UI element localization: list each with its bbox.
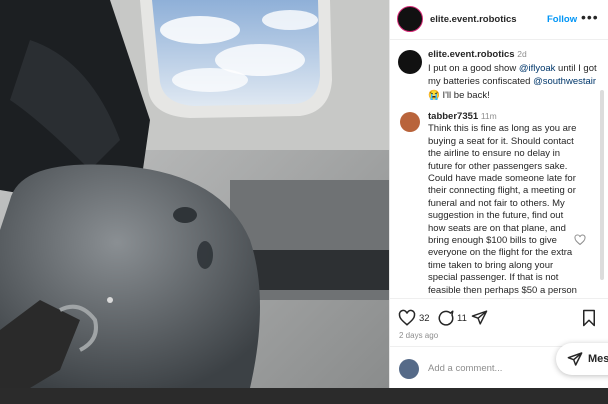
heart-icon[interactable] (398, 309, 416, 327)
caption-age: 2d (517, 49, 527, 59)
caption-username[interactable]: elite.event.robotics (428, 49, 515, 60)
comment-age: 11m (480, 111, 497, 121)
crying-emoji: 😭 (428, 89, 440, 101)
comments-section[interactable]: elite.event.robotics 2d I put on a good … (390, 40, 608, 298)
messages-button[interactable]: Mes (556, 343, 608, 375)
comment-icon[interactable] (437, 309, 455, 327)
mention-southwestair[interactable]: @southwestair (533, 76, 596, 87)
comment-count: 11 (457, 313, 467, 324)
airplane-robot-image (0, 0, 389, 388)
caption-text-1: I put on a good show (428, 62, 519, 74)
comments-scrollbar[interactable] (600, 90, 604, 280)
taskbar-strip (0, 388, 608, 404)
post-header: elite.event.robotics Follow ••• (390, 0, 608, 40)
caption-avatar[interactable] (398, 50, 422, 74)
add-comment-input[interactable]: Add a comment... (428, 363, 502, 374)
like-count: 32 (419, 313, 430, 324)
mention-iflyoak[interactable]: @iflyoak (519, 63, 556, 74)
caption-text: elite.event.robotics 2d I put on a good … (428, 48, 603, 102)
post-photo[interactable] (0, 0, 389, 388)
commenter-username[interactable]: tabber7351 (428, 111, 478, 122)
author-avatar[interactable] (397, 6, 423, 32)
follow-button[interactable]: Follow (547, 14, 577, 25)
commenter-avatar[interactable] (400, 112, 420, 132)
comment-body: Think this is fine as long as you are bu… (428, 123, 577, 298)
post-date: 2 days ago (399, 331, 439, 340)
author-username[interactable]: elite.event.robotics (430, 14, 517, 25)
caption-text-3: I'll be back! (439, 89, 490, 101)
share-icon[interactable] (471, 309, 488, 326)
send-icon (567, 352, 583, 366)
bookmark-icon[interactable] (581, 309, 597, 327)
comment-text: tabber7351 11m Think this is fine as lon… (428, 110, 580, 298)
post-actions: 32 11 2 days ago (390, 298, 608, 347)
post-details-panel: elite.event.robotics Follow ••• elite.ev… (389, 0, 608, 388)
more-icon[interactable]: ••• (581, 9, 599, 25)
current-user-avatar (399, 359, 419, 379)
comment-like-heart-icon[interactable] (574, 234, 586, 246)
messages-label: Mes (588, 353, 608, 365)
